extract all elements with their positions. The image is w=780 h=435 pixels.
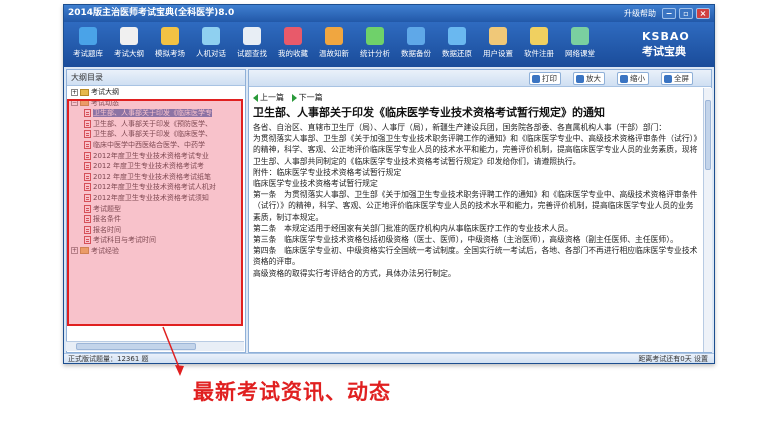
exam-countdown: 距离考试还有0天 设置 [638,355,708,363]
article-paragraph: 第三条 临床医学专业技术资格包括初级资格（医士、医师），中级资格（主治医师），高… [253,235,678,245]
toolbar-button-label: 统计分析 [360,49,390,58]
toolbar-button-label: 我的收藏 [278,49,308,58]
refresh-icon [325,27,343,45]
toolbar-button-2[interactable]: 考试大纲 [109,25,149,65]
article-paragraph: 第四条 临床医学专业初、中级资格实行全国统一考试制度。全国实行统一考试后，各地、… [253,246,698,267]
outline-header: 大纲目录 [67,70,245,86]
zoom-in-icon [576,75,584,83]
toolbar-button-6[interactable]: 我的收藏 [273,25,313,65]
toolbar-button-label: 数据还原 [442,49,472,58]
prev-article-link[interactable]: 上一篇 [253,93,284,102]
toolbar-button-4[interactable]: 人机对话 [191,25,231,65]
close-button[interactable]: × [696,8,710,19]
toolbar-button-label: 模拟考场 [155,49,185,58]
article-paragraph: 附件：临床医学专业技术资格考试暂行规定 [253,167,402,177]
vertical-scrollbar[interactable] [703,88,712,352]
app-window: 2014版主治医师考试宝典(全科医学)8.0 升级帮助 − ▫ × 考试题库 考试… [63,4,715,364]
toolbar-button-label: 考试题库 [73,49,103,58]
toolbar-button-label: 数据备份 [401,49,431,58]
article-paragraph: 各省、自治区、直辖市卫生厅（局）、人事厅（局），新疆生产建设兵团，国务院各部委、… [253,123,667,132]
folder-icon [80,88,89,96]
highlight-box [67,99,243,326]
expand-icon[interactable]: + [71,88,78,96]
pencil-icon [161,27,179,45]
toolbar-button-12[interactable]: 软件注册 [519,25,559,65]
toolbar-button-label: 用户设置 [483,49,513,58]
help-menu[interactable]: 升级帮助 [624,5,656,22]
zoom-out-button[interactable]: 缩小 [617,72,649,85]
toolbar-button-1[interactable]: 考试题库 [68,25,108,65]
article-paragraph: 第一条 为贯彻落实人事部、卫生部《关于加强卫生专业技术职务评聘工作的通知》和《临… [253,190,698,222]
article-title: 卫生部、人事部关于印发《临床医学专业技术资格考试暂行规定》的通知 [253,106,605,119]
toolbar-button-13[interactable]: 网络课堂 [560,25,600,65]
fullscreen-button[interactable]: 全屏 [661,72,693,85]
logo-subtext: 考试宝典 [642,45,686,58]
article-paragraph: 临床医学专业技术资格考试暂行规定 [253,179,378,189]
article-pane: 打印 放大 缩小 全屏 上一篇 下一篇 卫生部、人事部关于印发《临床医学专业技术… [248,69,712,353]
toolbar-button-7[interactable]: 温故知新 [314,25,354,65]
window-title: 2014版主治医师考试宝典(全科医学)8.0 [68,8,235,18]
fullscreen-icon [664,75,672,83]
toolbar-button-5[interactable]: 试题查找 [232,25,272,65]
restore-icon [448,27,466,45]
toolbar-button-10[interactable]: 数据还原 [437,25,477,65]
print-button[interactable]: 打印 [529,72,561,85]
title-bar: 2014版主治医师考试宝典(全科医学)8.0 升级帮助 − ▫ × [64,5,714,22]
article-paragraph: 第二条 本规定适用于经国家有关部门批准的医疗机构内从事临床医疗工作的专业技术人员… [253,223,573,233]
article-toolbar: 打印 放大 缩小 全屏 [249,70,711,87]
toolbar-button-11[interactable]: 用户设置 [478,25,518,65]
lock-icon [530,27,548,45]
book-icon [79,27,97,45]
network-icon [571,27,589,45]
print-icon [532,75,540,83]
toolbar-button-label: 网络课堂 [565,49,595,58]
document-icon [120,27,138,45]
zoom-out-icon [620,75,628,83]
toolbar-button-3[interactable]: 模拟考场 [150,25,190,65]
article-paragraph: 高级资格的取得实行考评结合的方式，具体办法另行制定。 [253,268,456,278]
horizontal-scrollbar[interactable] [66,341,244,351]
toolbar-button-label: 软件注册 [524,49,554,58]
main-toolbar: 考试题库 考试大纲 模拟考场 人机对话 试题查找 我的收藏 温故知新 统计分析 数据备份 数据还原… [64,22,714,67]
backup-icon [407,27,425,45]
tree-label: 考试大纲 [91,88,119,96]
toolbar-button-label: 温故知新 [319,49,349,58]
chart-icon [366,27,384,45]
minimize-button[interactable]: − [662,8,676,19]
scroll-thumb[interactable] [76,343,196,350]
question-count: 正式版试题量：12361 题 [68,355,149,363]
logo-text: KSBAO [642,30,690,43]
arrow-left-icon [253,93,258,102]
article-nav: 上一篇 下一篇 [253,92,701,104]
ksbao-logo: KSBAO 考试宝典 [642,30,710,60]
toolbar-button-9[interactable]: 数据备份 [396,25,436,65]
annotation-caption: 最新考试资讯、动态 [193,380,391,404]
article-content: 上一篇 下一篇 卫生部、人事部关于印发《临床医学专业技术资格考试暂行规定》的通知… [253,92,701,354]
tree-folder[interactable]: + 考试大纲 [67,87,245,98]
status-bar: 正式版试题量：12361 题 距离考试还有0天 设置 [64,353,714,363]
next-article-link[interactable]: 下一篇 [291,93,323,102]
toolbar-button-8[interactable]: 统计分析 [355,25,395,65]
heart-icon [284,27,302,45]
toolbar-button-label: 人机对话 [196,49,226,58]
arrow-right-icon [291,93,297,102]
toolbar-button-label: 考试大纲 [114,49,144,58]
zoom-in-button[interactable]: 放大 [573,72,605,85]
user-settings-icon [489,27,507,45]
scroll-thumb[interactable] [705,100,711,170]
person-icon [202,27,220,45]
toolbar-button-label: 试题查找 [237,49,267,58]
maximize-button[interactable]: ▫ [679,8,693,19]
search-icon [243,27,261,45]
article-paragraph: 为贯彻落实人事部、卫生部《关于加强卫生专业技术职务评聘工作的通知》和《临床医学专… [253,134,698,166]
